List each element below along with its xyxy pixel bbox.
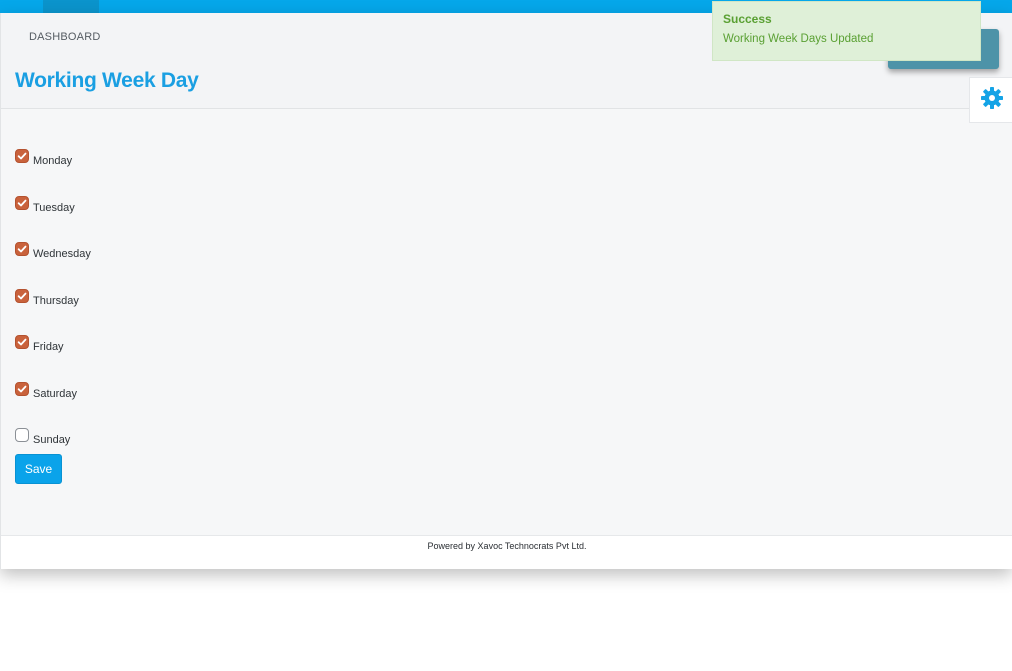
day-label: Monday (33, 155, 73, 167)
footer: Powered by Xavoc Technocrats Pvt Ltd. (1, 535, 1012, 569)
day-checkbox-wednesday[interactable]: Wednesday (15, 242, 91, 262)
check-icon (17, 292, 27, 300)
page-title: Working Week Day (15, 69, 199, 92)
checkbox[interactable] (15, 428, 29, 442)
checkbox[interactable] (15, 289, 29, 303)
success-toast[interactable]: Success Working Week Days Updated (712, 1, 981, 61)
check-icon (17, 199, 27, 207)
check-icon (17, 245, 27, 253)
day-label: Friday (33, 341, 64, 353)
breadcrumb[interactable]: DASHBOARD (29, 31, 100, 43)
day-checkbox-saturday[interactable]: Saturday (15, 382, 77, 402)
checkbox[interactable] (15, 382, 29, 396)
day-checkbox-friday[interactable]: Friday (15, 335, 64, 355)
check-icon (17, 385, 27, 393)
checkbox[interactable] (15, 149, 29, 163)
footer-credit: Powered by Xavoc Technocrats Pvt Ltd. (427, 541, 587, 551)
day-label: Tuesday (33, 202, 75, 214)
day-checkbox-sunday[interactable]: Sunday (15, 428, 70, 448)
check-icon (17, 338, 27, 346)
gear-icon (980, 86, 1004, 115)
day-label: Sunday (33, 434, 71, 446)
checkbox[interactable] (15, 196, 29, 210)
check-icon (17, 152, 27, 160)
toast-title: Success (723, 12, 772, 26)
day-checkbox-monday[interactable]: Monday (15, 149, 72, 169)
save-button[interactable]: Save (15, 454, 62, 484)
day-checkbox-tuesday[interactable]: Tuesday (15, 196, 75, 216)
day-label: Thursday (33, 295, 79, 307)
day-checkbox-thursday[interactable]: Thursday (15, 289, 79, 309)
toast-message: Working Week Days Updated (723, 33, 874, 45)
app-container: DASHBOARD Working Week Day Monday Tuesda… (0, 13, 1012, 569)
day-label: Saturday (33, 388, 78, 400)
settings-button[interactable] (969, 77, 1012, 123)
navbar-active-tab[interactable] (43, 0, 99, 13)
day-label: Wednesday (33, 248, 91, 260)
checkbox[interactable] (15, 242, 29, 256)
checkbox[interactable] (15, 335, 29, 349)
